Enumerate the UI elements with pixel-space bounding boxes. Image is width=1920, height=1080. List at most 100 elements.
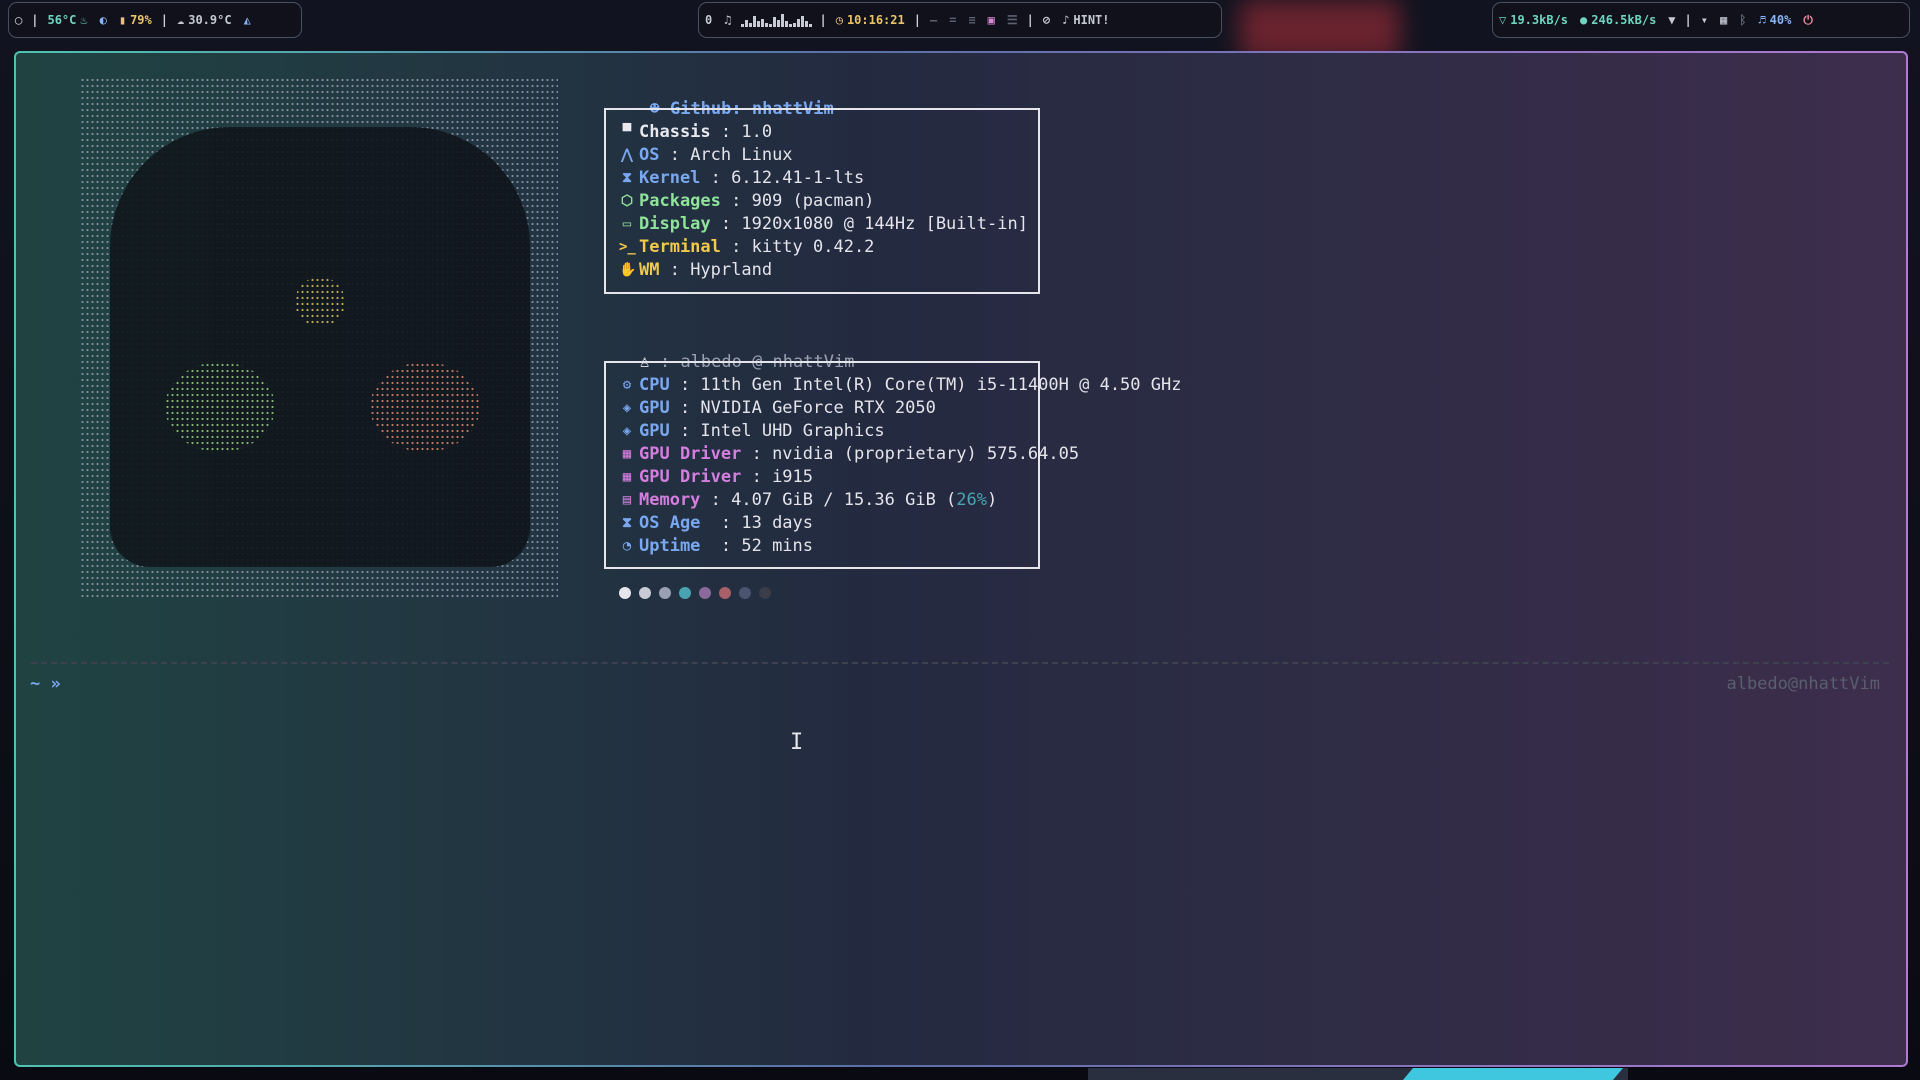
visualizer-bar: [789, 24, 793, 27]
headphones-icon: ♬: [1758, 13, 1766, 27]
palette-dot: [719, 587, 731, 599]
power-icon[interactable]: ⏻: [1797, 13, 1819, 28]
visualizer-bar: [761, 19, 765, 27]
cloud-icon: ☁: [177, 13, 185, 27]
keyboard-icon[interactable]: ▦: [1714, 13, 1733, 27]
net-down[interactable]: ● 246.5kB/s: [1574, 13, 1662, 27]
info-row: ⋀ OS : Arch Linux: [619, 144, 1028, 167]
info-key: OS Age: [639, 513, 711, 533]
visualizer-bar: [785, 21, 789, 27]
palette-dot: [739, 587, 751, 599]
eye-off-icon[interactable]: ⊘: [1037, 13, 1056, 27]
terminal-icon: >_: [619, 239, 636, 255]
info-value: : i915: [741, 467, 814, 487]
wifi-icon[interactable]: ▼: [1662, 13, 1681, 27]
info-row: ⬡ Packages : 909 (pacman): [619, 190, 1028, 213]
clock-icon: ◷: [835, 13, 843, 27]
info-row: ⧗ OS Age : 13 days: [619, 512, 1181, 535]
info-key: Chassis: [639, 122, 711, 142]
hourglass-icon: ⧗: [622, 170, 632, 186]
workspace-5[interactable]: ☰: [1001, 13, 1024, 27]
visualizer-bar: [781, 14, 785, 27]
info-value: : 909 (pacman): [720, 191, 875, 211]
driver-icon: ▦: [622, 446, 632, 462]
info-value: : Hyprland: [659, 260, 773, 280]
clock[interactable]: ◷ 10:16:21: [830, 13, 911, 27]
info-key: GPU: [639, 421, 670, 441]
palette-dot: [699, 587, 711, 599]
info-value: : kitty 0.42.2: [720, 237, 875, 257]
info-key: Display: [639, 214, 711, 234]
info-row: ◈ GPU : NVIDIA GeForce RTX 2050: [619, 397, 1181, 420]
info-key: CPU: [639, 375, 670, 395]
visualizer-bar: [741, 24, 745, 27]
notification-count[interactable]: 0: [699, 13, 718, 27]
bar-center-group: 0 ♫ | ◷ 10:16:21 | — = ≡ ▣ ☰ | ⊘ ♪ HINT!: [698, 2, 1222, 38]
separator: |: [31, 13, 39, 27]
workspace-2[interactable]: =: [943, 13, 962, 27]
memory-percent: 26%: [956, 490, 988, 510]
info-key: Packages: [639, 191, 721, 211]
info-key: GPU: [639, 398, 670, 418]
info-list-2: ⚙ CPU : 11th Gen Intel(R) Core(TM) i5-114…: [619, 374, 1181, 558]
bluetooth-icon[interactable]: ᛒ: [1733, 13, 1752, 27]
audio-visualizer: [741, 13, 813, 27]
ascii-art-nose: [295, 277, 345, 327]
palette-dot: [679, 587, 691, 599]
info-value-tail: ): [987, 490, 998, 510]
shell-prompt[interactable]: ~ »: [30, 674, 61, 694]
info-key: OS: [639, 145, 660, 165]
info-row: ✋ WM : Hyprland: [619, 259, 1028, 282]
volume[interactable]: ♬ 40%: [1752, 13, 1797, 27]
info-key: Memory: [639, 490, 701, 510]
arch-icon: ⋀: [621, 147, 633, 163]
info-list-1: ▀ Chassis : 1.0 ⋀ OS : Arch Linux ⧗ Kernel : …: [619, 121, 1028, 282]
wifi-strength-icon[interactable]: ▾: [1695, 13, 1714, 27]
brightness-icon[interactable]: ◐: [94, 13, 113, 27]
info-row: ⧗ Kernel : 6.12.41-1-lts: [619, 167, 1028, 190]
power-profile-icon[interactable]: ◯: [9, 13, 28, 27]
info-row: ▭ Display : 1920x1080 @ 144Hz [Built-in]: [619, 213, 1028, 236]
visualizer-bar: [765, 23, 769, 27]
net-up[interactable]: ▽ 19.3kB/s: [1493, 13, 1574, 27]
visualizer-bar: [805, 21, 809, 27]
package-icon: ⬡: [620, 193, 634, 209]
info-value: : NVIDIA GeForce RTX 2050: [669, 398, 936, 418]
workspace-3[interactable]: ≡: [962, 13, 981, 27]
weather[interactable]: ☁ 30.9°C: [171, 13, 238, 27]
right-prompt: albedo@nhattVim: [1726, 674, 1880, 694]
info-value: : nvidia (proprietary) 575.64.05: [741, 444, 1080, 464]
hint-indicator[interactable]: ♪ HINT!: [1056, 13, 1115, 27]
net-down-value: 246.5kB/s: [1591, 13, 1657, 27]
workspace-1[interactable]: —: [924, 13, 943, 27]
info-key: Kernel: [639, 168, 701, 188]
battery-icon: ▮: [118, 13, 127, 27]
cpu-temp-value: 56°C: [47, 13, 77, 27]
info-value: : 52 mins: [710, 536, 814, 556]
info-row: ▤ Memory : 4.07 GiB / 15.36 GiB (26%): [619, 489, 1181, 512]
visualizer-bar: [769, 24, 773, 27]
visualizer-bar: [793, 23, 797, 27]
info-value: : Arch Linux: [659, 145, 793, 165]
palette-dot: [759, 587, 771, 599]
bar-left-group: ◯ | 56°C ♨ ◐ ▮ 79% | ☁ 30.9°C ◭: [8, 2, 302, 38]
visualizer-bar: [773, 17, 777, 27]
cpu-temp[interactable]: 56°C ♨: [41, 13, 93, 27]
info-key: Terminal: [639, 237, 721, 257]
separator: |: [1684, 13, 1692, 27]
info-value: : 4.07 GiB / 15.36 GiB (: [700, 490, 957, 510]
separator: |: [1026, 13, 1034, 27]
battery[interactable]: ▮ 79%: [113, 13, 158, 27]
arrow-up-icon: ▽: [1499, 13, 1507, 27]
info-key: Uptime: [639, 536, 711, 556]
weather-value: 30.9°C: [188, 13, 232, 27]
palette-dot: [659, 587, 671, 599]
visualizer-bar: [753, 16, 757, 27]
bell-icon[interactable]: ♫: [718, 13, 737, 27]
info-row: ▦ GPU Driver : nvidia (proprietary) 575.6…: [619, 443, 1181, 466]
info-value: : 1.0: [710, 122, 773, 142]
workspace-4-active[interactable]: ▣: [982, 13, 1001, 27]
palette-dot: [619, 587, 631, 599]
info-key: GPU Driver: [639, 444, 742, 464]
hyprland-icon[interactable]: ◭: [238, 13, 257, 27]
